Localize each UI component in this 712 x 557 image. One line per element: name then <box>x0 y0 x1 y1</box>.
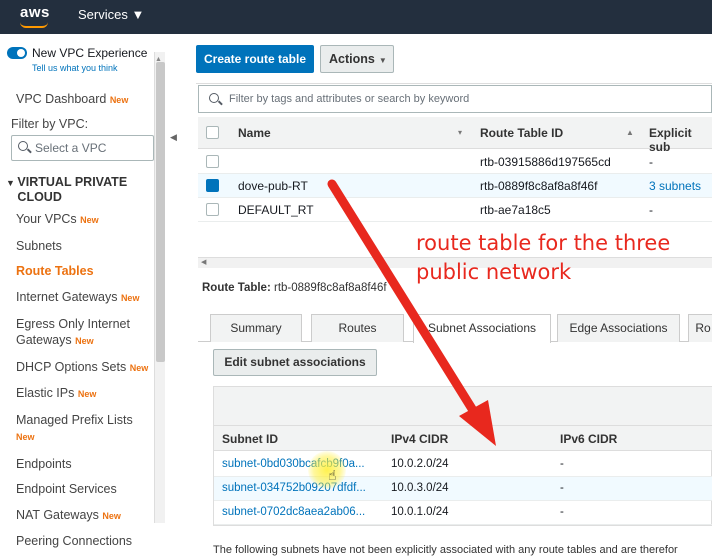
screen: aws Services ▼ New VPC Experience Tell u… <box>0 0 712 557</box>
annotation-line-2: public network <box>416 260 572 284</box>
arrow-shaft <box>327 179 479 417</box>
annotation-text: route table for the three public network <box>416 229 670 287</box>
arrow-head <box>459 400 496 446</box>
annotation-line-1: route table for the three <box>416 231 671 255</box>
